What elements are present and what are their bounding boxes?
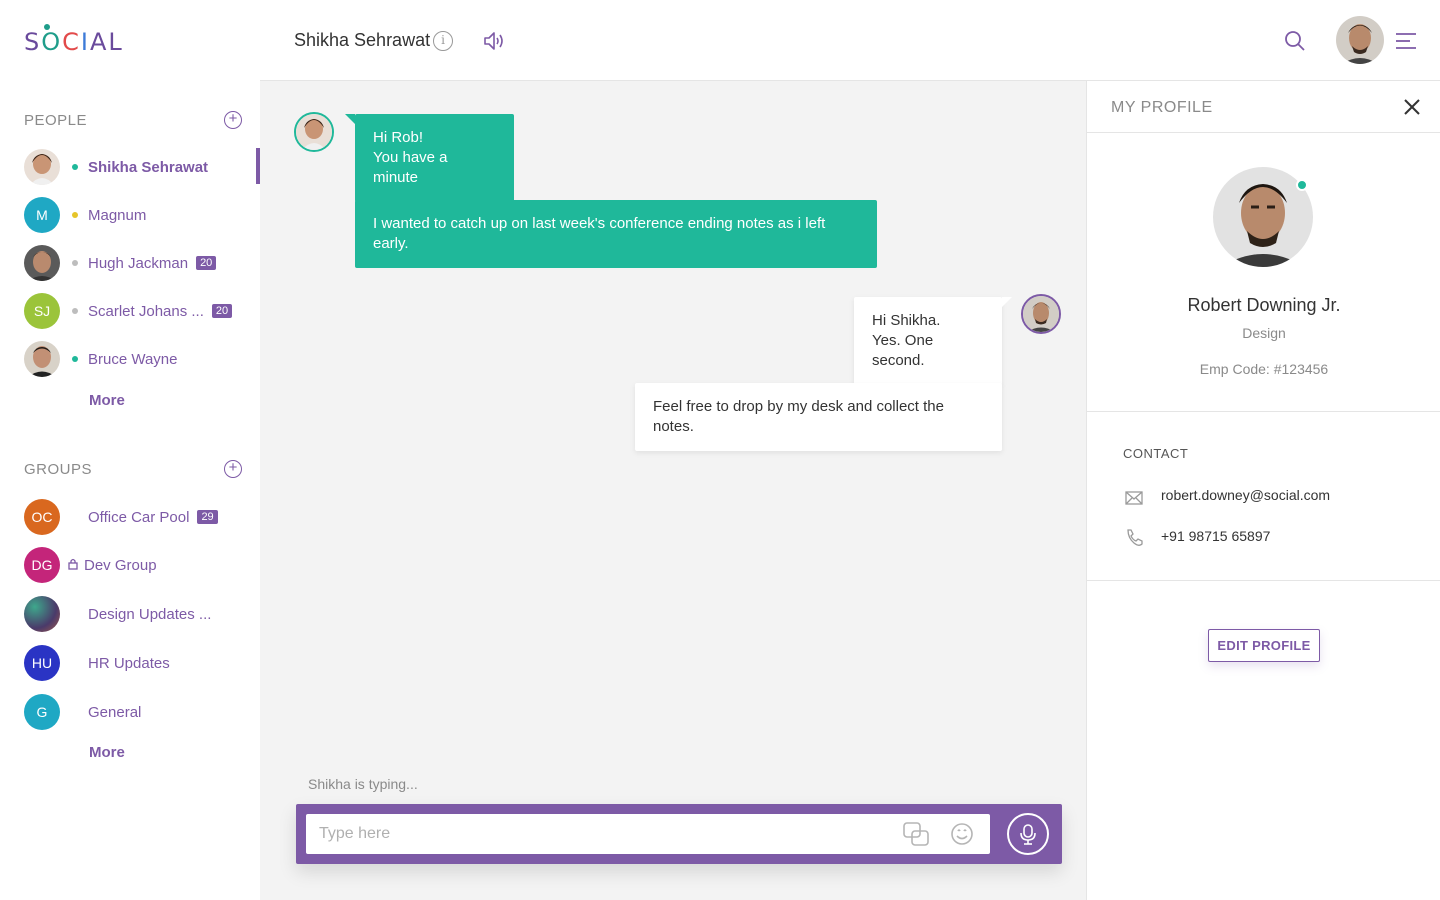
message-bubble-incoming: Hi Rob! You have a minute [345,114,514,202]
app-logo[interactable]: SOCIAL [24,24,124,56]
avatar: SJ [24,293,60,329]
divider [1087,411,1440,412]
profile-panel: MY PROFILE Robert Downing Jr. Design Emp… [1086,81,1440,900]
message-composer [296,804,1062,864]
logo-dot [44,24,50,30]
sidebar-item-shikha-sehrawat[interactable]: Shikha Sehrawat [24,148,260,186]
avatar: HU [24,645,60,681]
sidebar-item-bruce-wayne[interactable]: Bruce Wayne [24,340,260,378]
groups-more-link[interactable]: More [89,744,125,761]
presence-dot [72,308,78,314]
sidebar-item-scarlet-johansson[interactable]: SJ Scarlet Johans ... 20 [24,292,260,330]
group-name: Design Updates ... [88,605,212,623]
sidebar-item-general[interactable]: G General [24,693,260,731]
profile-title: MY PROFILE [1111,99,1213,116]
phone-icon [1125,529,1143,547]
search-icon[interactable] [1284,30,1306,52]
unread-badge: 20 [196,256,217,270]
sidebar-item-hugh-jackman[interactable]: Hugh Jackman 20 [24,244,260,282]
sender-avatar [294,112,334,152]
person-name: Hugh Jackman [88,254,189,272]
presence-dot [72,164,78,170]
avatar [24,341,60,377]
chat-area: Hi Rob! You have a minute I wanted to ca… [260,81,1086,900]
message-line: Yes. One second. [872,332,934,369]
profile-email[interactable]: robert.downey@social.com [1161,487,1330,503]
avatar [24,245,60,281]
add-person-button[interactable]: + [224,111,242,129]
user-avatar[interactable] [1336,16,1384,64]
presence-dot [72,212,78,218]
group-name: Office Car Pool [88,508,190,526]
people-section-title: PEOPLE [24,112,88,129]
avatar: DG [24,547,60,583]
sidebar-item-design-updates[interactable]: Design Updates ... [24,595,260,633]
sidebar-item-magnum[interactable]: M Magnum [24,196,260,234]
info-icon[interactable]: i [433,31,453,51]
avatar [24,596,60,632]
message-bubble-outgoing: Hi Shikha. Yes. One second. [854,297,1012,385]
add-group-button[interactable]: + [224,460,242,478]
groups-section-title: GROUPS [24,461,93,478]
speaker-icon[interactable] [482,29,506,53]
top-bar: Shikha Sehrawat i [260,0,1440,81]
profile-header: MY PROFILE [1087,81,1440,133]
lock-icon [68,558,78,573]
presence-dot [72,260,78,266]
microphone-button[interactable] [1007,813,1049,855]
message-line: I wanted to catch up on last week's conf… [373,215,826,252]
chat-title: Shikha Sehrawat [294,30,431,50]
message-input[interactable] [306,814,990,854]
unread-badge: 29 [197,510,218,524]
person-name: Magnum [88,206,147,224]
sidebar-item-office-car-pool[interactable]: OC Office Car Pool 29 [24,498,260,536]
message-line: Hi Rob! [373,129,424,146]
attachment-icon[interactable] [902,821,930,847]
avatar: M [24,197,60,233]
profile-phone[interactable]: +91 98715 65897 [1161,528,1270,544]
group-name: HR Updates [88,654,170,672]
contact-section-title: CONTACT [1123,446,1189,461]
message-line: Feel free to drop by my desk and collect… [653,398,944,435]
message-line: Hi Shikha. [872,312,941,329]
person-name: Scarlet Johans ... [88,302,204,320]
sidebar-item-dev-group[interactable]: DG Dev Group [24,546,260,584]
people-more-link[interactable]: More [89,392,125,409]
profile-name: Robert Downing Jr. [1187,295,1341,315]
sidebar-item-hr-updates[interactable]: HU HR Updates [24,644,260,682]
sender-avatar [1021,294,1061,334]
avatar [24,149,60,185]
close-icon[interactable] [1403,98,1421,116]
profile-department: Design [1242,325,1286,341]
message-bubble-outgoing: Feel free to drop by my desk and collect… [635,383,1002,451]
menu-icon[interactable] [1396,32,1416,50]
message-line: You have a minute [373,149,448,186]
avatar: OC [24,499,60,535]
group-name: Dev Group [84,556,157,574]
typing-indicator: Shikha is typing... [308,776,418,792]
unread-badge: 20 [211,304,233,318]
presence-dot [72,356,78,362]
message-bubble-incoming: I wanted to catch up on last week's conf… [355,200,877,268]
person-name: Shikha Sehrawat [88,158,209,176]
edit-profile-button[interactable]: EDIT PROFILE [1208,629,1320,662]
group-name: General [88,703,142,721]
divider [1087,580,1440,581]
online-status-dot [1296,179,1308,191]
sidebar: SOCIAL PEOPLE + Shikha Sehrawat M Magnum… [0,0,260,900]
emoji-icon[interactable] [950,822,974,846]
person-name: Bruce Wayne [88,350,178,368]
avatar: G [24,694,60,730]
profile-emp-code: Emp Code: #123456 [1199,361,1329,377]
mail-icon [1125,489,1143,507]
